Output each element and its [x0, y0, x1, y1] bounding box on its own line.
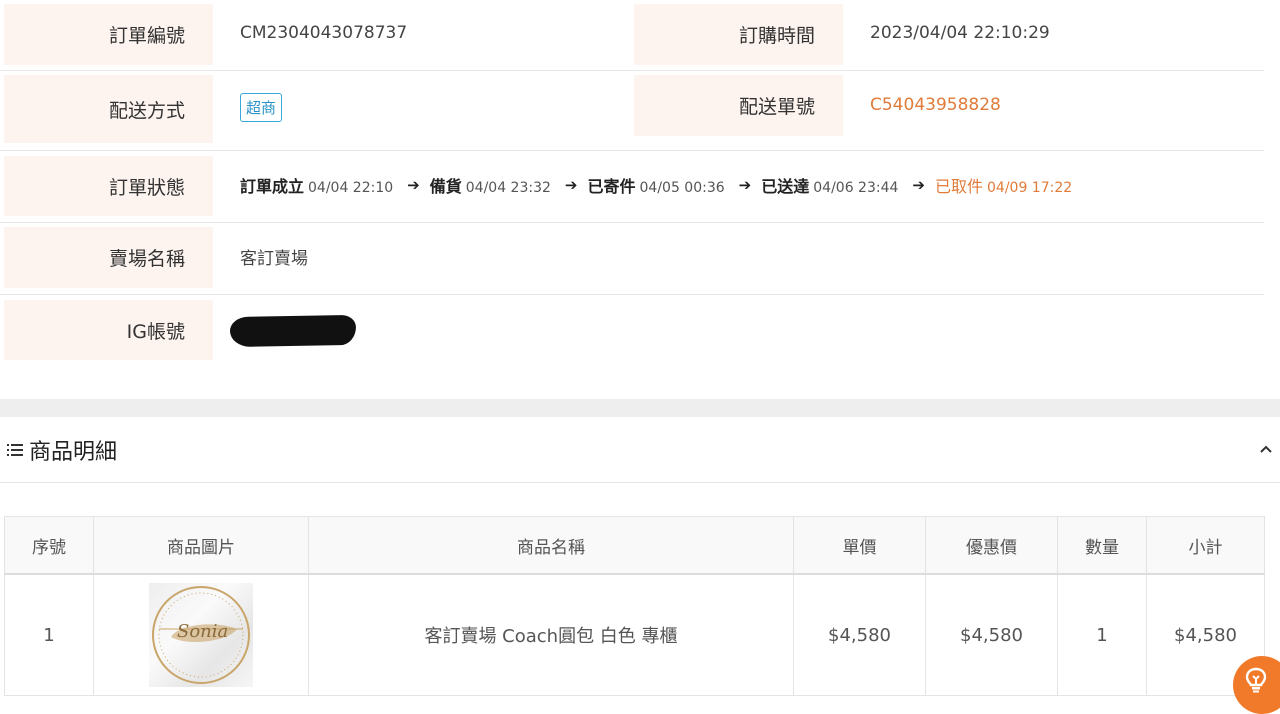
order-time-value: 2023/04/04 22:10:29 [870, 23, 1050, 43]
product-image-cell: Sonia [93, 573, 309, 696]
help-button[interactable] [1233, 656, 1280, 714]
arrow-right-icon: ➔ [407, 176, 420, 194]
store-name-value: 客訂賣場 [240, 248, 308, 269]
redacted-ig-account [229, 314, 357, 348]
order-status-label: 訂單狀態 [4, 156, 213, 216]
column-header: 數量 [1057, 516, 1147, 575]
arrow-right-icon: ➔ [738, 176, 752, 194]
column-header: 商品圖片 [93, 516, 309, 575]
status-step-name: 備貨 [429, 177, 462, 196]
unit-price: $4,580 [793, 573, 926, 696]
shipping-method-value: 超商 [240, 90, 283, 124]
order-number-value: CM2304043078737 [240, 23, 408, 43]
status-step-2: 備貨 04/04 23:32 [430, 173, 551, 197]
status-step-3: 已寄件 04/05 00:36 [588, 173, 725, 197]
shipping-method-label: 配送方式 [4, 75, 213, 143]
column-header: 商品名稱 [308, 516, 794, 575]
status-step-name: 已送達 [761, 177, 810, 196]
store-name-label: 賣場名稱 [4, 227, 213, 288]
table-row: 1 Sonia 客訂賣場 Coach圓包 白色 專櫃 $4,580 $4,580… [4, 573, 1265, 696]
status-step-5: 已取件 04/09 17:22 [935, 173, 1072, 197]
status-step-1: 訂單成立 04/04 22:10 [240, 173, 393, 197]
shipping-method-badge: 超商 [240, 92, 283, 122]
order-status-timeline: 訂單成立 04/04 22:10 ➔ 備貨 04/04 23:32 ➔ 已寄件 04/… [240, 170, 1072, 200]
column-header: 優惠價 [925, 516, 1058, 575]
column-header: 序號 [4, 516, 94, 575]
product-section-header[interactable]: 商品明細 [0, 417, 1280, 483]
tracking-number-value[interactable]: C54043958828 [870, 90, 1001, 120]
status-step-time: 04/05 00:36 [639, 180, 725, 196]
row-index: 1 [4, 573, 94, 696]
lightbulb-icon [1245, 667, 1267, 697]
status-step-name: 訂單成立 [240, 177, 305, 196]
product-name: 客訂賣場 Coach圓包 白色 專櫃 [308, 573, 794, 696]
list-icon [7, 443, 25, 457]
order-time-label: 訂購時間 [634, 4, 843, 65]
status-step-name: 已取件 [935, 177, 984, 196]
status-step-time: 04/04 23:32 [465, 180, 551, 196]
status-step-4: 已送達 04/06 23:44 [761, 173, 898, 197]
order-number-label: 訂單編號 [4, 4, 213, 65]
column-header: 單價 [793, 516, 926, 575]
status-step-name: 已寄件 [587, 177, 636, 196]
table-header-row: 序號 商品圖片 商品名稱 單價 優惠價 數量 小計 [4, 516, 1265, 575]
quantity: 1 [1057, 573, 1147, 696]
arrow-right-icon: ➔ [564, 176, 578, 194]
ig-account-label: IG帳號 [4, 300, 213, 360]
status-step-time: 04/06 23:44 [813, 180, 899, 196]
discount-price: $4,580 [925, 573, 1058, 696]
status-step-time: 04/04 22:10 [308, 180, 394, 196]
product-image-text: Sonia [177, 621, 229, 642]
section-title: 商品明細 [29, 439, 118, 465]
tracking-number-label: 配送單號 [634, 75, 843, 136]
product-table: 序號 商品圖片 商品名稱 單價 優惠價 數量 小計 1 Sonia 客訂賣場 C… [4, 516, 1265, 696]
column-header: 小計 [1146, 516, 1265, 575]
status-step-time: 04/09 17:22 [987, 180, 1073, 196]
chevron-up-icon[interactable] [1260, 441, 1272, 457]
section-divider [0, 399, 1280, 417]
arrow-right-icon: ➔ [912, 176, 925, 194]
product-image[interactable]: Sonia [149, 583, 253, 687]
